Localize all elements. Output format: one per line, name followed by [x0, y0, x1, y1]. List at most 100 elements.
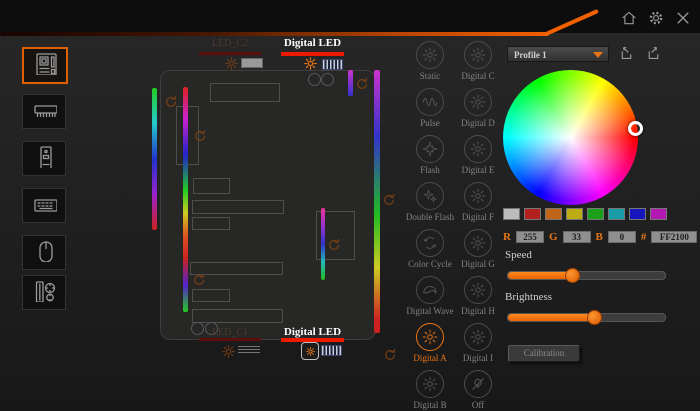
- mouse-icon: [31, 238, 57, 267]
- pcie-slot-outline: [192, 200, 284, 214]
- sidebar-item-keyboard[interactable]: [22, 188, 66, 223]
- calibration-button[interactable]: Calibration: [508, 345, 580, 362]
- mode-pulse[interactable]: Pulse: [406, 87, 454, 134]
- digital-led-selected-icon[interactable]: [301, 342, 319, 360]
- mode-double-flash[interactable]: Double Flash: [406, 181, 454, 228]
- export-icon: [645, 45, 662, 62]
- b-label: B: [596, 231, 603, 243]
- sidebar-item-mouse[interactable]: [22, 235, 66, 270]
- color-wheel[interactable]: [503, 70, 638, 205]
- color-swatch-4[interactable]: [587, 208, 604, 220]
- rgb-fusion-window: LED_C2 Digital LED LED_C1 Digital LED St…: [0, 0, 700, 411]
- color-swatch-1[interactable]: [524, 208, 541, 220]
- graphics-card-icon: [31, 278, 57, 307]
- speed-slider-knob[interactable]: [565, 268, 580, 283]
- digital-led-sun-icon[interactable]: [303, 56, 318, 76]
- g-label: G: [549, 231, 558, 243]
- keyboard-icon: [31, 191, 57, 220]
- rgb-strip-left-inner: [183, 87, 188, 312]
- slot-outline: [193, 178, 230, 194]
- digital-led-connector: [322, 59, 343, 70]
- mode-digital-h[interactable]: Digital H: [454, 275, 502, 322]
- mode-digital-b[interactable]: Digital B: [406, 369, 454, 411]
- titlebar: [0, 0, 700, 33]
- close-button[interactable]: [674, 9, 692, 27]
- brightness-slider[interactable]: [507, 313, 666, 322]
- sidebar-item-graphics-card[interactable]: [22, 275, 66, 310]
- speed-label: Speed: [505, 249, 532, 261]
- sidebar-item-pc-case[interactable]: [22, 141, 66, 176]
- motherboard-icon: [32, 51, 58, 80]
- accent-swoosh-line: [0, 32, 549, 36]
- sun-icon: [464, 182, 492, 210]
- sun-icon: [416, 41, 444, 69]
- mode-digital-f[interactable]: Digital F: [454, 181, 502, 228]
- mode-digital-i[interactable]: Digital I: [454, 322, 502, 369]
- led-zone-marker-icon[interactable]: [381, 346, 399, 364]
- cpu-socket-outline: [210, 83, 280, 102]
- mode-off[interactable]: Off: [454, 369, 502, 411]
- mode-digital-e[interactable]: Digital E: [454, 134, 502, 181]
- hex-label: #: [641, 231, 647, 243]
- g-value-field[interactable]: 33: [563, 231, 591, 243]
- mode-digital-g[interactable]: Digital G: [454, 228, 502, 275]
- led-zone-marker-icon[interactable]: [353, 75, 371, 93]
- led-zone-marker-icon[interactable]: [191, 127, 209, 145]
- color-wheel-selector[interactable]: [628, 121, 643, 136]
- color-swatch-5[interactable]: [608, 208, 625, 220]
- brightness-slider-knob[interactable]: [587, 310, 602, 325]
- off-icon: [464, 370, 492, 398]
- r-value-field[interactable]: 255: [516, 231, 544, 243]
- color-swatch-3[interactable]: [566, 208, 583, 220]
- profile-dropdown-value: Profile 1: [514, 50, 547, 60]
- sidebar-item-memory[interactable]: [22, 94, 66, 129]
- led-header-underline: [199, 52, 261, 55]
- rgb-value-row: R 255 G 33 B 0 # FF2100: [503, 231, 697, 243]
- home-icon[interactable]: [620, 9, 638, 27]
- mode-digital-c[interactable]: Digital C: [454, 40, 502, 87]
- color-swatch-7[interactable]: [650, 208, 667, 220]
- mode-color-cycle[interactable]: Color Cycle: [406, 228, 454, 275]
- digital-led-label-top[interactable]: Digital LED: [281, 37, 344, 49]
- led-zone-marker-icon[interactable]: [162, 93, 180, 111]
- mode-flash[interactable]: Flash: [406, 134, 454, 181]
- import-icon: [618, 45, 635, 62]
- pcie-slot-outline: [192, 309, 283, 323]
- profile-dropdown[interactable]: Profile 1: [507, 46, 609, 62]
- led-header-sun-icon[interactable]: [221, 344, 236, 364]
- b-value-field[interactable]: 0: [608, 231, 636, 243]
- color-swatch-row: [503, 208, 667, 220]
- pulse-icon: [416, 88, 444, 116]
- hex-value-field[interactable]: FF2100: [651, 231, 697, 243]
- sun-icon: [416, 370, 444, 398]
- sun-icon: [464, 323, 492, 351]
- led-header-connector: [241, 58, 263, 68]
- wave-icon: [416, 276, 444, 304]
- led-zone-marker-icon[interactable]: [325, 236, 343, 254]
- led-zone-marker-icon[interactable]: [380, 191, 398, 209]
- lighting-mode-grid: StaticDigital CPulseDigital DFlashDigita…: [406, 40, 502, 411]
- speed-slider[interactable]: [507, 271, 666, 280]
- led-header-label-top[interactable]: LED_C2: [199, 38, 261, 49]
- color-swatch-0[interactable]: [503, 208, 520, 220]
- digital-led-connector: [321, 345, 342, 356]
- memory-icon: [31, 97, 57, 126]
- color-swatch-6[interactable]: [629, 208, 646, 220]
- import-profile-button[interactable]: [618, 45, 635, 62]
- color-swatch-2[interactable]: [545, 208, 562, 220]
- settings-icon[interactable]: [647, 9, 665, 27]
- led-header-sun-icon[interactable]: [224, 56, 239, 76]
- sun-icon: [464, 41, 492, 69]
- sun-icon: [464, 229, 492, 257]
- speed-slider-fill: [508, 272, 572, 279]
- led-zone-marker-icon[interactable]: [190, 271, 208, 289]
- sidebar-item-motherboard[interactable]: [22, 47, 68, 84]
- mode-digital-d[interactable]: Digital D: [454, 87, 502, 134]
- led-header-label-bottom[interactable]: LED_C1: [199, 327, 261, 338]
- export-profile-button[interactable]: [645, 45, 662, 62]
- digital-led-label-bottom[interactable]: Digital LED: [281, 326, 344, 338]
- mode-static[interactable]: Static: [406, 40, 454, 87]
- chevron-down-icon: [593, 52, 603, 58]
- mode-digital-a[interactable]: Digital A: [406, 322, 454, 369]
- mode-digital-wave[interactable]: Digital Wave: [406, 275, 454, 322]
